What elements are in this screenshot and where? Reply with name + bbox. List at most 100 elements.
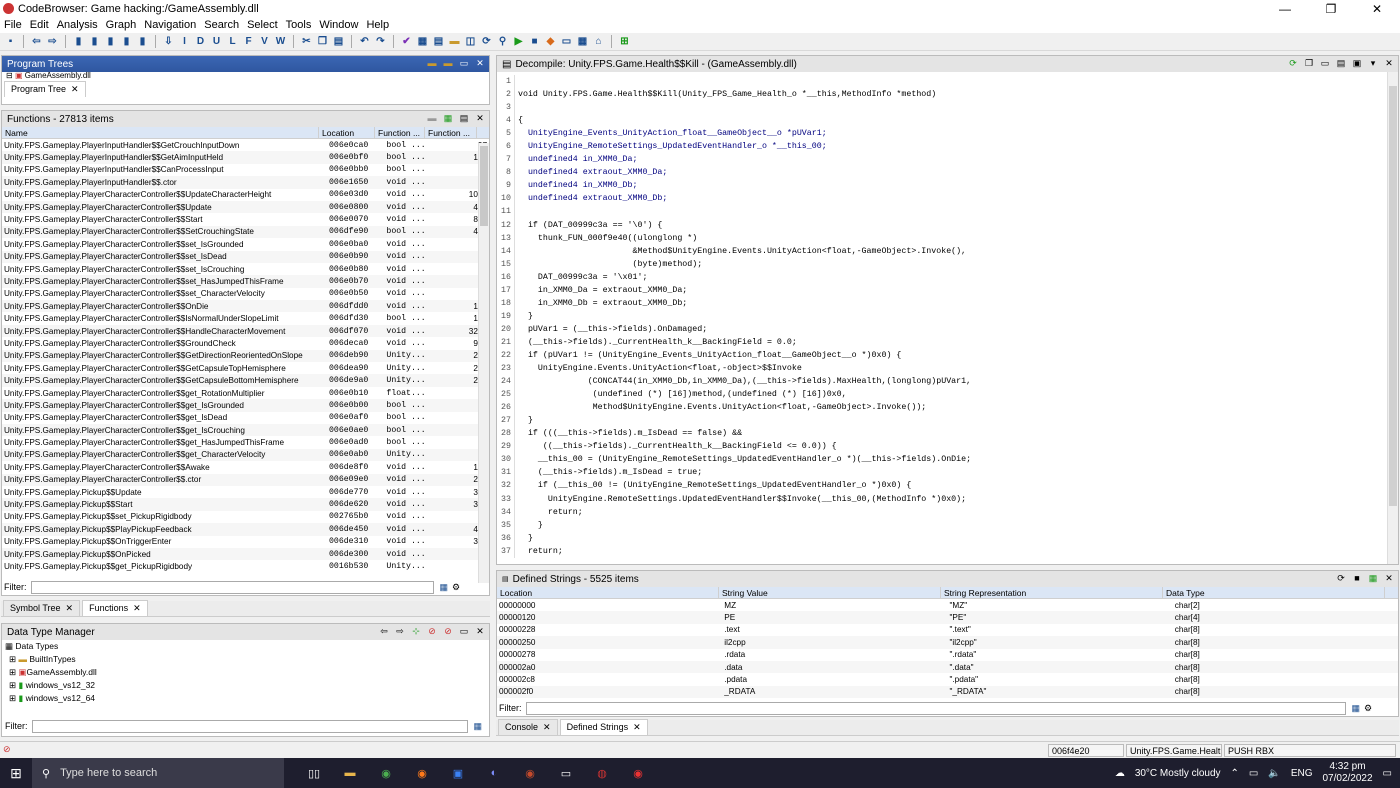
select-icon[interactable]: ▦ bbox=[1367, 572, 1379, 584]
table-row[interactable]: Unity.FPS.Gameplay.PlayerInputHandler$$.… bbox=[2, 176, 489, 189]
code-line[interactable]: pUVar1 = (__this->fields).OnDamaged; bbox=[518, 323, 971, 336]
snapshot-icon[interactable]: ▭ bbox=[1319, 57, 1331, 69]
forward-arrow-icon[interactable]: ⇨ bbox=[394, 625, 406, 637]
terminal-icon[interactable]: ▭ bbox=[548, 767, 584, 780]
table-row[interactable]: Unity.FPS.Gameplay.PlayerCharacterContro… bbox=[2, 263, 489, 275]
table-row[interactable]: Unity.FPS.Gameplay.PlayerCharacterContro… bbox=[2, 473, 489, 486]
table-row[interactable]: Unity.FPS.Gameplay.PlayerCharacterContro… bbox=[2, 200, 489, 214]
check-icon[interactable]: ✔ bbox=[400, 35, 413, 48]
print-icon[interactable]: ▣ bbox=[1351, 57, 1363, 69]
table-row[interactable]: 000002f0 _RDATA "_RDATA" char[8] bbox=[497, 685, 1398, 699]
code-line[interactable]: __this_00 = (UnityEngine_RemoteSettings_… bbox=[518, 453, 971, 466]
filter-options-icon[interactable]: ▦ bbox=[1352, 703, 1361, 714]
snapshot-icon[interactable]: ▭ bbox=[458, 57, 470, 69]
ghidra-icon[interactable]: ◍ bbox=[584, 767, 620, 780]
table-row[interactable]: Unity.FPS.Gameplay.PlayerCharacterContro… bbox=[2, 250, 489, 263]
close-icon[interactable]: ✕ bbox=[543, 722, 551, 733]
next-data-icon[interactable]: ▮ bbox=[72, 35, 85, 48]
table-row[interactable]: Unity.FPS.Gameplay.PlayerCharacterContro… bbox=[2, 225, 489, 239]
code-line[interactable] bbox=[518, 205, 971, 218]
table-row[interactable]: Unity.FPS.Gameplay.PlayerInputHandler$$G… bbox=[2, 151, 489, 164]
tab-console[interactable]: Console ✕ bbox=[498, 719, 558, 735]
code-line[interactable]: ((__this->fields)._CurrentHealth_k__Back… bbox=[518, 440, 971, 453]
tab-program-tree[interactable]: Program Tree ✕ bbox=[4, 81, 86, 97]
table-row[interactable]: 000002a0 .data ".data" char[8] bbox=[497, 660, 1398, 674]
table-icon[interactable]: ■ bbox=[1351, 572, 1363, 584]
scrollbar-thumb[interactable] bbox=[1389, 86, 1397, 506]
file-explorer-icon[interactable]: ▬ bbox=[332, 767, 368, 779]
close-panel-icon[interactable]: ✕ bbox=[474, 625, 486, 637]
save-icon[interactable]: ▪ bbox=[4, 35, 17, 48]
table-row[interactable]: Unity.FPS.Gameplay.PlayerCharacterContro… bbox=[2, 300, 489, 313]
game-app-icon[interactable]: ◉ bbox=[620, 767, 656, 780]
add-icon[interactable]: ⊞ bbox=[618, 35, 631, 48]
code-line[interactable]: (__this->fields)._CurrentHealth_k__Backi… bbox=[518, 336, 971, 349]
table-row[interactable]: 00000250 il2cpp "il2cpp" char[8] bbox=[497, 636, 1398, 649]
code-line[interactable]: in_XMM0_Db = extraout_XMM0_Db; bbox=[518, 297, 971, 310]
filter-icon[interactable]: ⚲ bbox=[496, 35, 509, 48]
tree-expand-icon[interactable]: ⊟ bbox=[6, 72, 13, 80]
tree-node-vs12-64[interactable]: ⊞ ▮ windows_vs12_64 bbox=[5, 692, 489, 705]
tree-node-builtin[interactable]: ⊞ ▬ BuiltInTypes bbox=[5, 653, 489, 666]
notifications-icon[interactable]: ▭ bbox=[1383, 768, 1392, 779]
menu-file[interactable]: File bbox=[0, 19, 26, 31]
code-line[interactable] bbox=[518, 101, 971, 114]
language-indicator[interactable]: ENG bbox=[1291, 768, 1313, 779]
code-line[interactable]: } bbox=[518, 414, 971, 427]
column-header-location[interactable]: Location bbox=[497, 587, 719, 598]
code-line[interactable]: if (DAT_00999c3a == '\0') { bbox=[518, 219, 971, 232]
close-panel-icon[interactable]: ✕ bbox=[474, 112, 486, 124]
code-line[interactable]: UnityEngine_Events_UnityAction_float__Ga… bbox=[518, 127, 971, 140]
weather-icon[interactable]: ☁ bbox=[1115, 768, 1125, 779]
menu-dropdown-icon[interactable]: ▾ bbox=[1367, 57, 1379, 69]
create-folder-icon[interactable]: ▬ bbox=[442, 57, 454, 69]
decompile-scrollbar[interactable] bbox=[1387, 72, 1398, 564]
table-row[interactable]: Unity.FPS.Gameplay.PlayerCharacterContro… bbox=[2, 423, 489, 437]
next-label-icon[interactable]: ▮ bbox=[120, 35, 133, 48]
delete-function-icon[interactable]: ▬ bbox=[426, 112, 438, 124]
firefox-icon[interactable]: ◉ bbox=[404, 767, 440, 780]
back-arrow-icon[interactable]: ⇦ bbox=[30, 35, 43, 48]
close-button[interactable]: ✕ bbox=[1354, 0, 1400, 17]
code-line[interactable]: undefined4 in_XMM0_Da; bbox=[518, 153, 971, 166]
code-line[interactable]: Method$UnityEngine.Events.UnityAction<fl… bbox=[518, 401, 971, 414]
code-line[interactable]: UnityEngine_RemoteSettings_UpdatedEventH… bbox=[518, 140, 971, 153]
table-row[interactable]: Unity.FPS.Gameplay.PlayerCharacterContro… bbox=[2, 448, 489, 462]
tree-node-program[interactable]: ⊞ ▣GameAssembly.dll bbox=[5, 666, 489, 679]
table-row[interactable]: Unity.FPS.Gameplay.PlayerInputHandler$$C… bbox=[2, 164, 489, 176]
minimize-button[interactable]: — bbox=[1262, 0, 1308, 17]
table-row[interactable]: Unity.FPS.Gameplay.Pickup$$set_PickupRig… bbox=[2, 511, 489, 523]
menu-search[interactable]: Search bbox=[200, 19, 243, 31]
menu-window[interactable]: Window bbox=[315, 19, 362, 31]
code-line[interactable]: } bbox=[518, 532, 971, 545]
code-line[interactable]: thunk_FUN_000f9e40((ulonglong *) bbox=[518, 232, 971, 245]
photos-icon[interactable]: ▣ bbox=[440, 767, 476, 780]
tab-defined-strings[interactable]: Defined Strings ✕ bbox=[559, 719, 648, 735]
datatype-filter-input[interactable] bbox=[31, 719, 468, 733]
close-icon[interactable]: ✕ bbox=[133, 603, 141, 614]
volume-icon[interactable]: 🔈 bbox=[1268, 768, 1280, 779]
close-icon[interactable]: ✕ bbox=[66, 603, 74, 614]
toolbar-letter-v[interactable]: V bbox=[258, 35, 271, 48]
code-line[interactable]: (__this->fields).m_IsDead = true; bbox=[518, 466, 971, 479]
console-icon[interactable]: ■ bbox=[528, 35, 541, 48]
taskbar-search-box[interactable]: ⚲ Type here to search bbox=[32, 758, 284, 788]
filter-options-icon[interactable]: ▦ bbox=[440, 582, 449, 593]
memory-map-icon[interactable]: ▤ bbox=[432, 35, 445, 48]
table-row[interactable]: Unity.FPS.Gameplay.Pickup$$PlayPickupFee… bbox=[2, 523, 489, 536]
column-header-signature[interactable]: Function ... bbox=[375, 127, 425, 138]
table-row[interactable]: Unity.FPS.Gameplay.PlayerCharacterContro… bbox=[2, 189, 489, 201]
menu-graph[interactable]: Graph bbox=[102, 19, 141, 31]
clock[interactable]: 4:32 pm 07/02/2022 bbox=[1322, 761, 1372, 785]
code-line[interactable]: return; bbox=[518, 506, 971, 519]
code-line[interactable]: if (__this_00 != (UnityEngine_RemoteSett… bbox=[518, 479, 971, 492]
filter-settings-icon[interactable]: ⚙ bbox=[1364, 703, 1372, 714]
close-panel-icon[interactable]: ✕ bbox=[474, 57, 486, 69]
copy-icon[interactable]: ❐ bbox=[1303, 57, 1315, 69]
copy-icon[interactable]: ❐ bbox=[316, 35, 329, 48]
code-line[interactable]: UnityEngine.RemoteSettings.UpdatedEventH… bbox=[518, 493, 971, 506]
table-row[interactable]: Unity.FPS.Gameplay.PlayerCharacterContro… bbox=[2, 362, 489, 374]
refresh-icon[interactable]: ⟳ bbox=[480, 35, 493, 48]
dialog-icon[interactable]: ▭ bbox=[560, 35, 573, 48]
undo-icon[interactable]: ↶ bbox=[358, 35, 371, 48]
